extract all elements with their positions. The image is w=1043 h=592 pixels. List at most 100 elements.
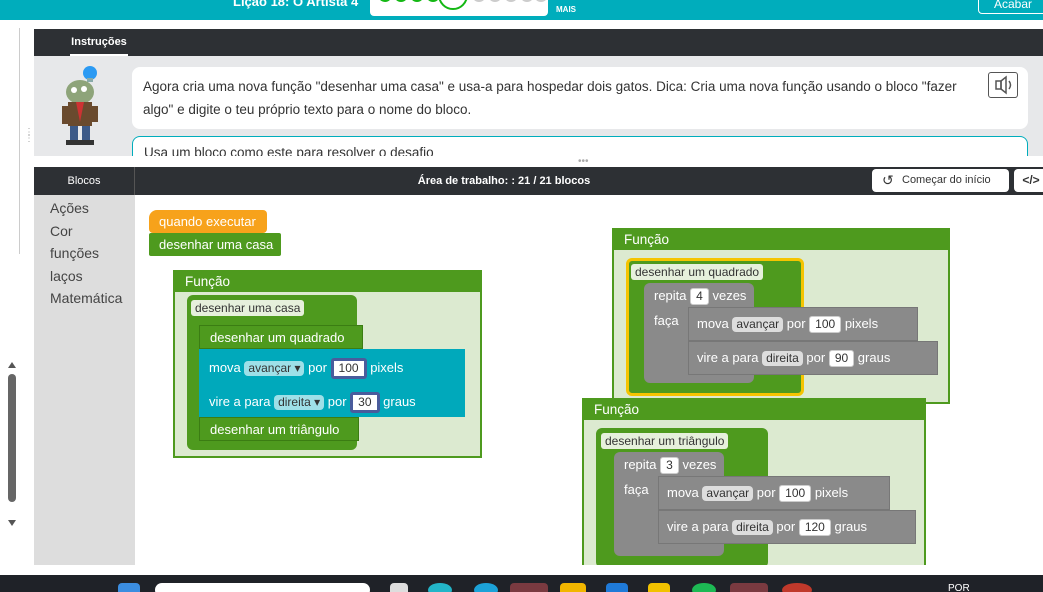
- speaker-icon[interactable]: [988, 72, 1018, 98]
- times-label: vezes: [712, 288, 747, 303]
- turn-value-input[interactable]: 30: [350, 392, 380, 413]
- progress-dot-current[interactable]: 5: [438, 0, 468, 10]
- function-square-title: Função: [612, 228, 950, 250]
- pixels-label: pixels: [814, 485, 849, 500]
- function-triangle-title: Função: [582, 398, 926, 420]
- progress-dot-3[interactable]: [410, 0, 424, 2]
- turn-label: vire a: [209, 394, 241, 409]
- vertical-scrollbar[interactable]: [5, 358, 19, 530]
- move-value-input[interactable]: 100: [330, 358, 367, 379]
- progress-dot-8[interactable]: [504, 0, 518, 2]
- category-matematica[interactable]: Matemática: [50, 290, 122, 306]
- turn-block-triangle[interactable]: vire a para direita por 120 graus: [658, 510, 916, 544]
- progress-dot-6[interactable]: [472, 0, 486, 2]
- move-label: mova: [209, 360, 241, 375]
- progress-dot-9[interactable]: [520, 0, 534, 2]
- repeat-label: repita: [624, 457, 657, 472]
- instructions-bubble: Agora cria uma nova função "desenhar uma…: [132, 67, 1028, 129]
- to-label: para: [702, 519, 729, 534]
- repeat-count-input[interactable]: 3: [660, 457, 679, 474]
- turn-block-house[interactable]: vire a para direita ▾ por 30 graus: [199, 383, 465, 417]
- workspace-canvas[interactable]: quando executar desenhar uma casa Função…: [135, 195, 1043, 565]
- progress-dot-4[interactable]: [426, 0, 440, 2]
- by-label-turn: por: [806, 350, 826, 365]
- pixels-label: pixels: [844, 316, 879, 331]
- turn-value-input[interactable]: 90: [828, 350, 855, 367]
- function-triangle-name-field[interactable]: desenhar um triângulo: [601, 433, 729, 449]
- pixels-label: pixels: [370, 360, 404, 375]
- progress-dot-7[interactable]: [488, 0, 502, 2]
- store-icon[interactable]: [474, 583, 498, 592]
- instructions-tabbar: Instruções: [34, 29, 1043, 56]
- zombie-character-icon: [62, 66, 98, 145]
- category-lacos[interactable]: laços: [50, 268, 83, 284]
- call-house-label: desenhar uma casa: [159, 237, 274, 252]
- more-link[interactable]: MAIS: [556, 5, 576, 14]
- function-square-name-field[interactable]: desenhar um quadrado: [631, 264, 764, 280]
- turn-direction-dropdown[interactable]: direita: [762, 351, 803, 366]
- app-icon-5[interactable]: [782, 583, 812, 592]
- left-strip: [0, 28, 20, 254]
- taskbar-search-box[interactable]: [155, 583, 370, 592]
- app-icon-1[interactable]: [510, 583, 548, 592]
- move-block-house[interactable]: mova avançar ▾ por 100 pixels: [199, 349, 465, 383]
- by-label: por: [308, 360, 327, 375]
- tab-instructions[interactable]: Instruções: [70, 29, 128, 56]
- drag-handle-icon[interactable]: ⋮ ⋮: [24, 128, 34, 144]
- move-direction-dropdown[interactable]: avançar: [702, 486, 754, 501]
- when-run-label: quando executar: [159, 214, 256, 229]
- repeat-count-input[interactable]: 4: [690, 288, 709, 305]
- restart-button[interactable]: ↺ Começar do início: [872, 169, 1009, 192]
- task-view-icon[interactable]: [390, 583, 408, 592]
- os-taskbar: POR: [0, 575, 1043, 592]
- turn-direction-dropdown[interactable]: direita: [732, 520, 773, 535]
- to-label: para: [244, 394, 271, 409]
- windows-start-icon[interactable]: [118, 583, 140, 592]
- move-direction-dropdown[interactable]: avançar: [732, 317, 784, 332]
- move-block-square[interactable]: mova avançar por 100 pixels: [688, 307, 918, 341]
- resize-handle-icon[interactable]: •••: [578, 156, 589, 167]
- category-acoes[interactable]: Ações: [50, 200, 89, 216]
- app-icon-2[interactable]: [606, 583, 628, 592]
- by-label-turn: por: [776, 519, 796, 534]
- function-house-name-field[interactable]: desenhar uma casa: [191, 300, 305, 316]
- move-block-triangle[interactable]: mova avançar por 100 pixels: [658, 476, 890, 510]
- function-square-definition[interactable]: Função desenhar um quadrado repita 4 vez…: [612, 228, 950, 404]
- category-funcoes[interactable]: funções: [50, 245, 99, 261]
- do-label: faça: [654, 313, 679, 328]
- spotify-icon[interactable]: [692, 583, 716, 592]
- function-triangle-definition[interactable]: Função desenhar um triângulo repita 3 ve…: [582, 398, 926, 565]
- turn-value-input[interactable]: 120: [798, 519, 831, 536]
- move-value-input[interactable]: 100: [809, 316, 842, 333]
- progress-dot-1[interactable]: [378, 0, 392, 2]
- show-code-button[interactable]: </>: [1014, 169, 1043, 192]
- edge-browser-icon[interactable]: [428, 583, 452, 592]
- app-icon-4[interactable]: [730, 583, 768, 592]
- finish-button[interactable]: Acabar: [978, 0, 1043, 14]
- degrees-label: graus: [834, 519, 867, 534]
- call-house-block[interactable]: desenhar uma casa: [149, 233, 281, 256]
- progress-dot-2[interactable]: [394, 0, 408, 2]
- call-square-block[interactable]: desenhar um quadrado: [199, 325, 363, 349]
- progress-dot-10[interactable]: [534, 0, 548, 2]
- top-bar: Lição 18: O Artista 4 5 MAIS Acabar: [0, 0, 1043, 20]
- restart-icon: ↺: [882, 172, 894, 188]
- degrees-label: graus: [857, 350, 891, 365]
- hint-text: Usa um bloco como este para resolver o d…: [144, 145, 434, 156]
- workspace-title: Área de trabalho: : 21 / 21 blocos: [417, 175, 591, 187]
- call-triangle-label: desenhar um triângulo: [210, 422, 340, 437]
- language-indicator[interactable]: POR: [948, 583, 970, 592]
- app-icon-3[interactable]: [648, 583, 670, 592]
- turn-block-square[interactable]: vire a para direita por 90 graus: [688, 341, 938, 375]
- function-house-definition[interactable]: Função desenhar uma casa desenhar um qua…: [173, 270, 482, 458]
- call-triangle-block[interactable]: desenhar um triângulo: [199, 417, 359, 441]
- move-label: mova: [667, 485, 699, 500]
- move-direction-dropdown[interactable]: avançar ▾: [244, 361, 305, 376]
- category-cor[interactable]: Cor: [50, 223, 73, 239]
- turn-label: vire a: [667, 519, 699, 534]
- move-value-input[interactable]: 100: [779, 485, 812, 502]
- file-explorer-icon[interactable]: [560, 583, 586, 592]
- turn-direction-dropdown[interactable]: direita ▾: [274, 395, 325, 410]
- when-run-block[interactable]: quando executar: [149, 210, 267, 233]
- degrees-label: graus: [383, 394, 416, 409]
